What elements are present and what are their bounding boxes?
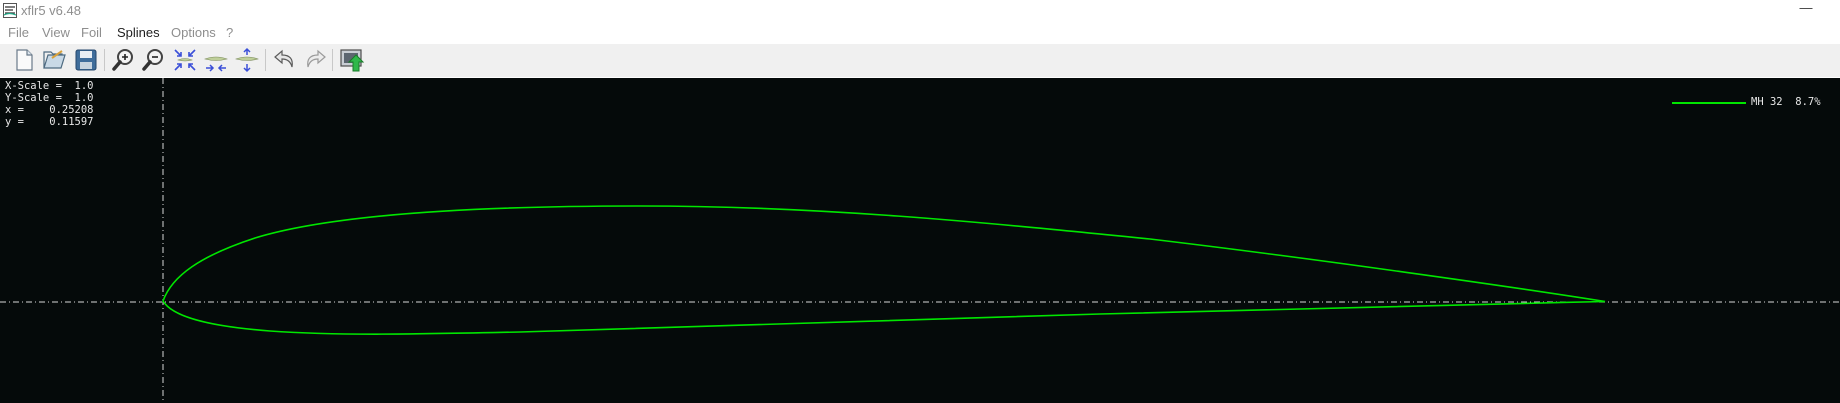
menu-options[interactable]: Options [171, 25, 216, 40]
toolbar [0, 44, 1840, 77]
reset-scale-icon[interactable] [172, 47, 198, 73]
y-scale-readout: Y-Scale = 1.0 [5, 92, 94, 104]
legend-line-swatch [1672, 102, 1746, 104]
open-folder-icon[interactable] [42, 47, 68, 73]
x-scale-readout: X-Scale = 1.0 [5, 80, 94, 92]
menu-view[interactable]: View [42, 25, 70, 40]
menu-splines[interactable]: Splines [117, 25, 160, 40]
x-scale-icon[interactable] [203, 47, 229, 73]
zoom-out-icon[interactable] [141, 47, 167, 73]
menu-bar: File View Foil Splines Options ? [0, 22, 1840, 44]
legend-label: MH 32 8.7% [1751, 96, 1821, 108]
toolbar-separator [332, 49, 333, 71]
menu-help[interactable]: ? [226, 25, 233, 40]
undo-icon[interactable] [272, 47, 298, 73]
menu-file[interactable]: File [8, 25, 29, 40]
toolbar-separator [104, 49, 105, 71]
export-image-icon[interactable] [339, 47, 365, 73]
title-bar: xflr5 v6.48 — [0, 0, 1840, 22]
minimize-button[interactable]: — [1796, 1, 1816, 19]
foil-plot-svg [0, 78, 1840, 403]
y-coordinate-readout: y = 0.11597 [5, 116, 94, 128]
redo-icon[interactable] [302, 47, 328, 73]
save-disk-icon[interactable] [73, 47, 99, 73]
xflr5-app-icon [3, 3, 17, 18]
x-coordinate-readout: x = 0.25208 [5, 104, 94, 116]
menu-foil[interactable]: Foil [81, 25, 102, 40]
foil-contour-mh32 [162, 205, 1606, 335]
foil-plot-area[interactable]: X-Scale = 1.0 Y-Scale = 1.0 x = 0.25208 y =… [0, 78, 1840, 403]
scale-info-panel: X-Scale = 1.0 Y-Scale = 1.0 x = 0.25208 y =… [5, 80, 94, 128]
zoom-in-icon[interactable] [111, 47, 137, 73]
new-document-icon[interactable] [11, 47, 37, 73]
y-scale-icon[interactable] [234, 47, 260, 73]
toolbar-separator [265, 49, 266, 71]
window-title: xflr5 v6.48 [21, 3, 81, 18]
